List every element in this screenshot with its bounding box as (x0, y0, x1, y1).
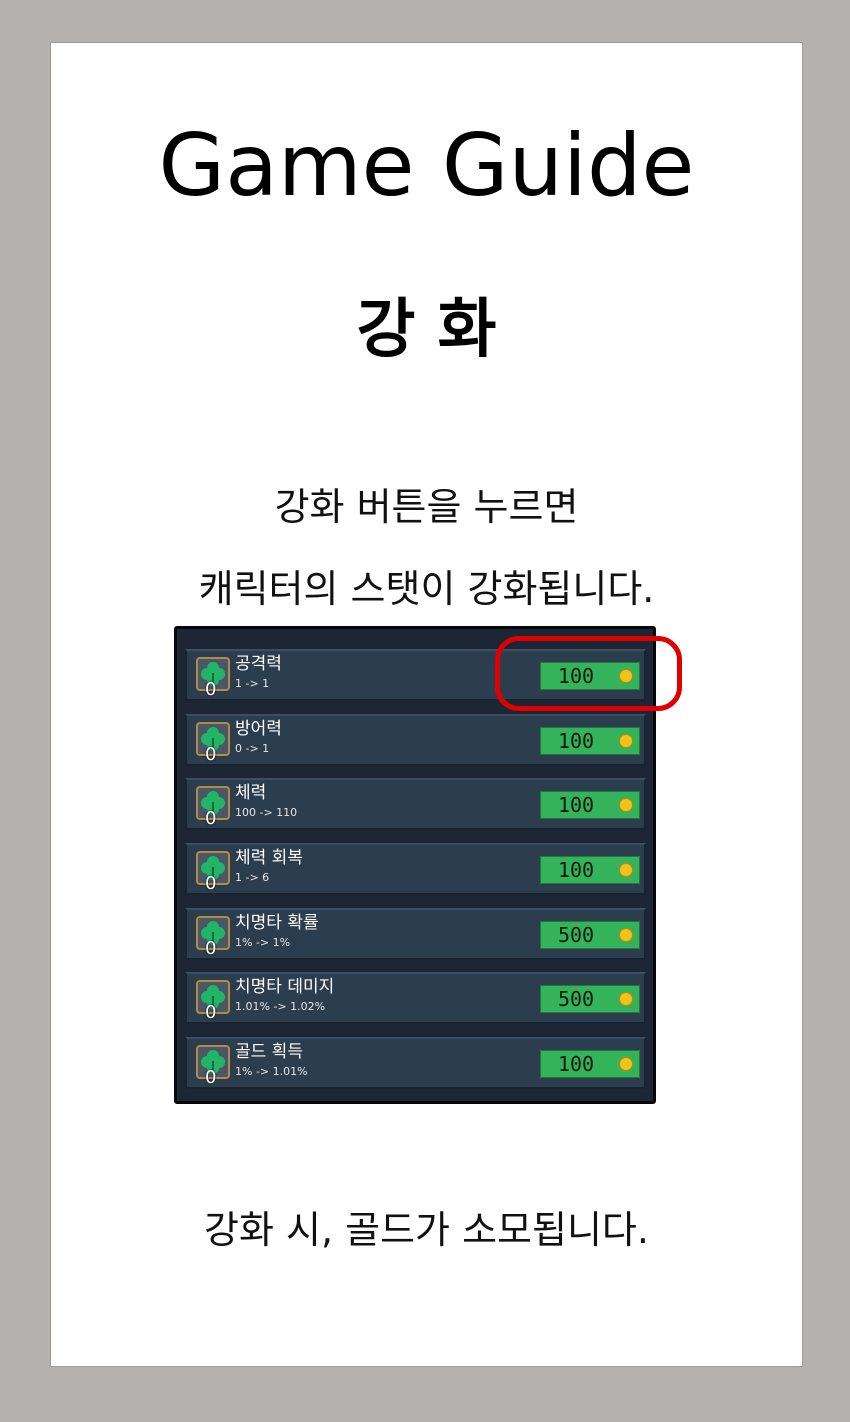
upgrade-button[interactable]: 100 (540, 1050, 640, 1078)
clover-icon: 0 (196, 786, 230, 828)
upgrade-level: 0 (205, 744, 217, 765)
upgrade-name: 치명타 데미지 (235, 977, 335, 997)
upgrade-row-health: 0 체력 100 -> 110 100 (185, 778, 646, 830)
clover-icon: 0 (196, 1045, 230, 1087)
clover-icon: 0 (196, 980, 230, 1022)
upgrade-button[interactable]: 500 (540, 985, 640, 1013)
gold-coin-icon (619, 1057, 633, 1071)
upgrade-change: 1 -> 6 (235, 871, 270, 884)
upgrade-level: 0 (205, 1067, 217, 1088)
upgrade-name: 골드 획득 (235, 1042, 303, 1062)
upgrade-button[interactable]: 100 (540, 856, 640, 884)
gold-coin-icon (619, 734, 633, 748)
upgrade-change: 1% -> 1.01% (235, 1065, 308, 1078)
upgrade-level: 0 (205, 873, 217, 894)
upgrade-button[interactable]: 100 (540, 727, 640, 755)
highlight-circle (495, 636, 682, 711)
clover-icon: 0 (196, 851, 230, 893)
description-line-2: 캐릭터의 스탯이 강화됩니다. (198, 567, 655, 611)
gold-coin-icon (619, 798, 633, 812)
upgrade-name: 방어력 (235, 719, 282, 739)
clover-icon: 0 (196, 916, 230, 958)
upgrade-name: 체력 (235, 783, 267, 803)
upgrade-row-regen: 0 체력 회복 1 -> 6 100 (185, 843, 646, 895)
upgrade-cost: 100 (557, 1052, 595, 1076)
upgrade-cost: 500 (557, 987, 595, 1011)
upgrade-row-crit-chance: 0 치명타 확률 1% -> 1% 500 (185, 908, 646, 960)
upgrade-row-crit-damage: 0 치명타 데미지 1.01% -> 1.02% 500 (185, 972, 646, 1024)
upgrade-name: 치명타 확률 (235, 913, 319, 933)
upgrade-change: 0 -> 1 (235, 742, 270, 755)
page-title: Game Guide (158, 116, 695, 216)
gold-coin-icon (619, 863, 633, 877)
upgrade-name: 공격력 (235, 654, 282, 674)
upgrade-change: 1.01% -> 1.02% (235, 1000, 326, 1013)
upgrade-button[interactable]: 100 (540, 791, 640, 819)
upgrade-button[interactable]: 500 (540, 921, 640, 949)
upgrade-change: 1% -> 1% (235, 936, 291, 949)
clover-icon: 0 (196, 722, 230, 764)
clover-icon: 0 (196, 657, 230, 699)
upgrade-cost: 100 (557, 729, 595, 753)
upgrade-change: 1 -> 1 (235, 677, 270, 690)
description-line-1: 강화 버튼을 누르면 (274, 485, 579, 529)
upgrade-cost: 500 (557, 923, 595, 947)
upgrade-row-defense: 0 방어력 0 -> 1 100 (185, 714, 646, 766)
gold-coin-icon (619, 992, 633, 1006)
upgrade-level: 0 (205, 938, 217, 959)
upgrade-row-gold-gain: 0 골드 획득 1% -> 1.01% 100 (185, 1037, 646, 1089)
footer-note: 강화 시, 골드가 소모됩니다. (204, 1208, 649, 1252)
upgrade-level: 0 (205, 1002, 217, 1023)
section-title: 강 화 (356, 293, 497, 367)
upgrade-cost: 100 (557, 793, 595, 817)
upgrade-change: 100 -> 110 (235, 806, 298, 819)
upgrade-name: 체력 회복 (235, 848, 303, 868)
upgrade-cost: 100 (557, 858, 595, 882)
gold-coin-icon (619, 928, 633, 942)
upgrade-level: 0 (205, 679, 217, 700)
upgrade-level: 0 (205, 808, 217, 829)
